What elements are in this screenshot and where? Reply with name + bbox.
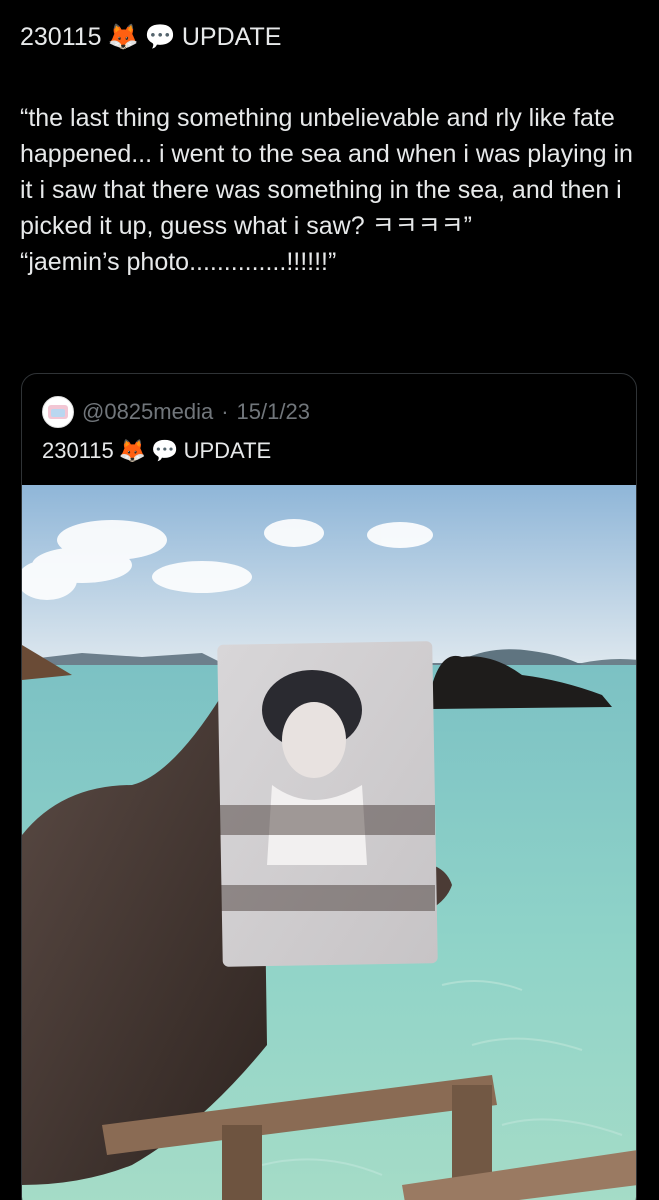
fox-emoji-icon: 🦊 <box>107 22 139 51</box>
separator-dot: · <box>221 399 229 424</box>
tweet-line: “the last thing something unbelievable a… <box>20 104 633 240</box>
tweet-line: “jaemin’s photo..............!!!!!!” <box>20 248 337 276</box>
quoted-handle[interactable]: @0825media <box>82 399 213 425</box>
quoted-tweet-text: 230115 🦊 💬 UPDATE <box>42 438 271 464</box>
quoted-tweet-card[interactable]: @0825media · 15/1/23 230115 🦊 💬 UPDATE <box>21 373 637 1200</box>
fox-emoji-icon: 🦊 <box>118 438 147 464</box>
speech-bubble-emoji-icon: 💬 <box>144 22 176 51</box>
sea-photo-image <box>22 485 636 1200</box>
quoted-label: UPDATE <box>183 438 272 463</box>
avatar[interactable] <box>42 396 74 428</box>
header-label: UPDATE <box>181 22 282 51</box>
quoted-date[interactable]: 15/1/23 <box>237 399 310 425</box>
quoted-date-title: 230115 <box>42 438 114 463</box>
header-date: 230115 <box>20 22 102 51</box>
quoted-tweet-header: @0825media · 15/1/23 <box>42 396 310 428</box>
tweet-text: “the last thing something unbelievable a… <box>20 100 640 280</box>
post-header: 230115 🦊 💬 UPDATE <box>20 22 281 52</box>
speech-bubble-emoji-icon: 💬 <box>151 438 179 464</box>
quoted-photo[interactable] <box>22 485 636 1200</box>
